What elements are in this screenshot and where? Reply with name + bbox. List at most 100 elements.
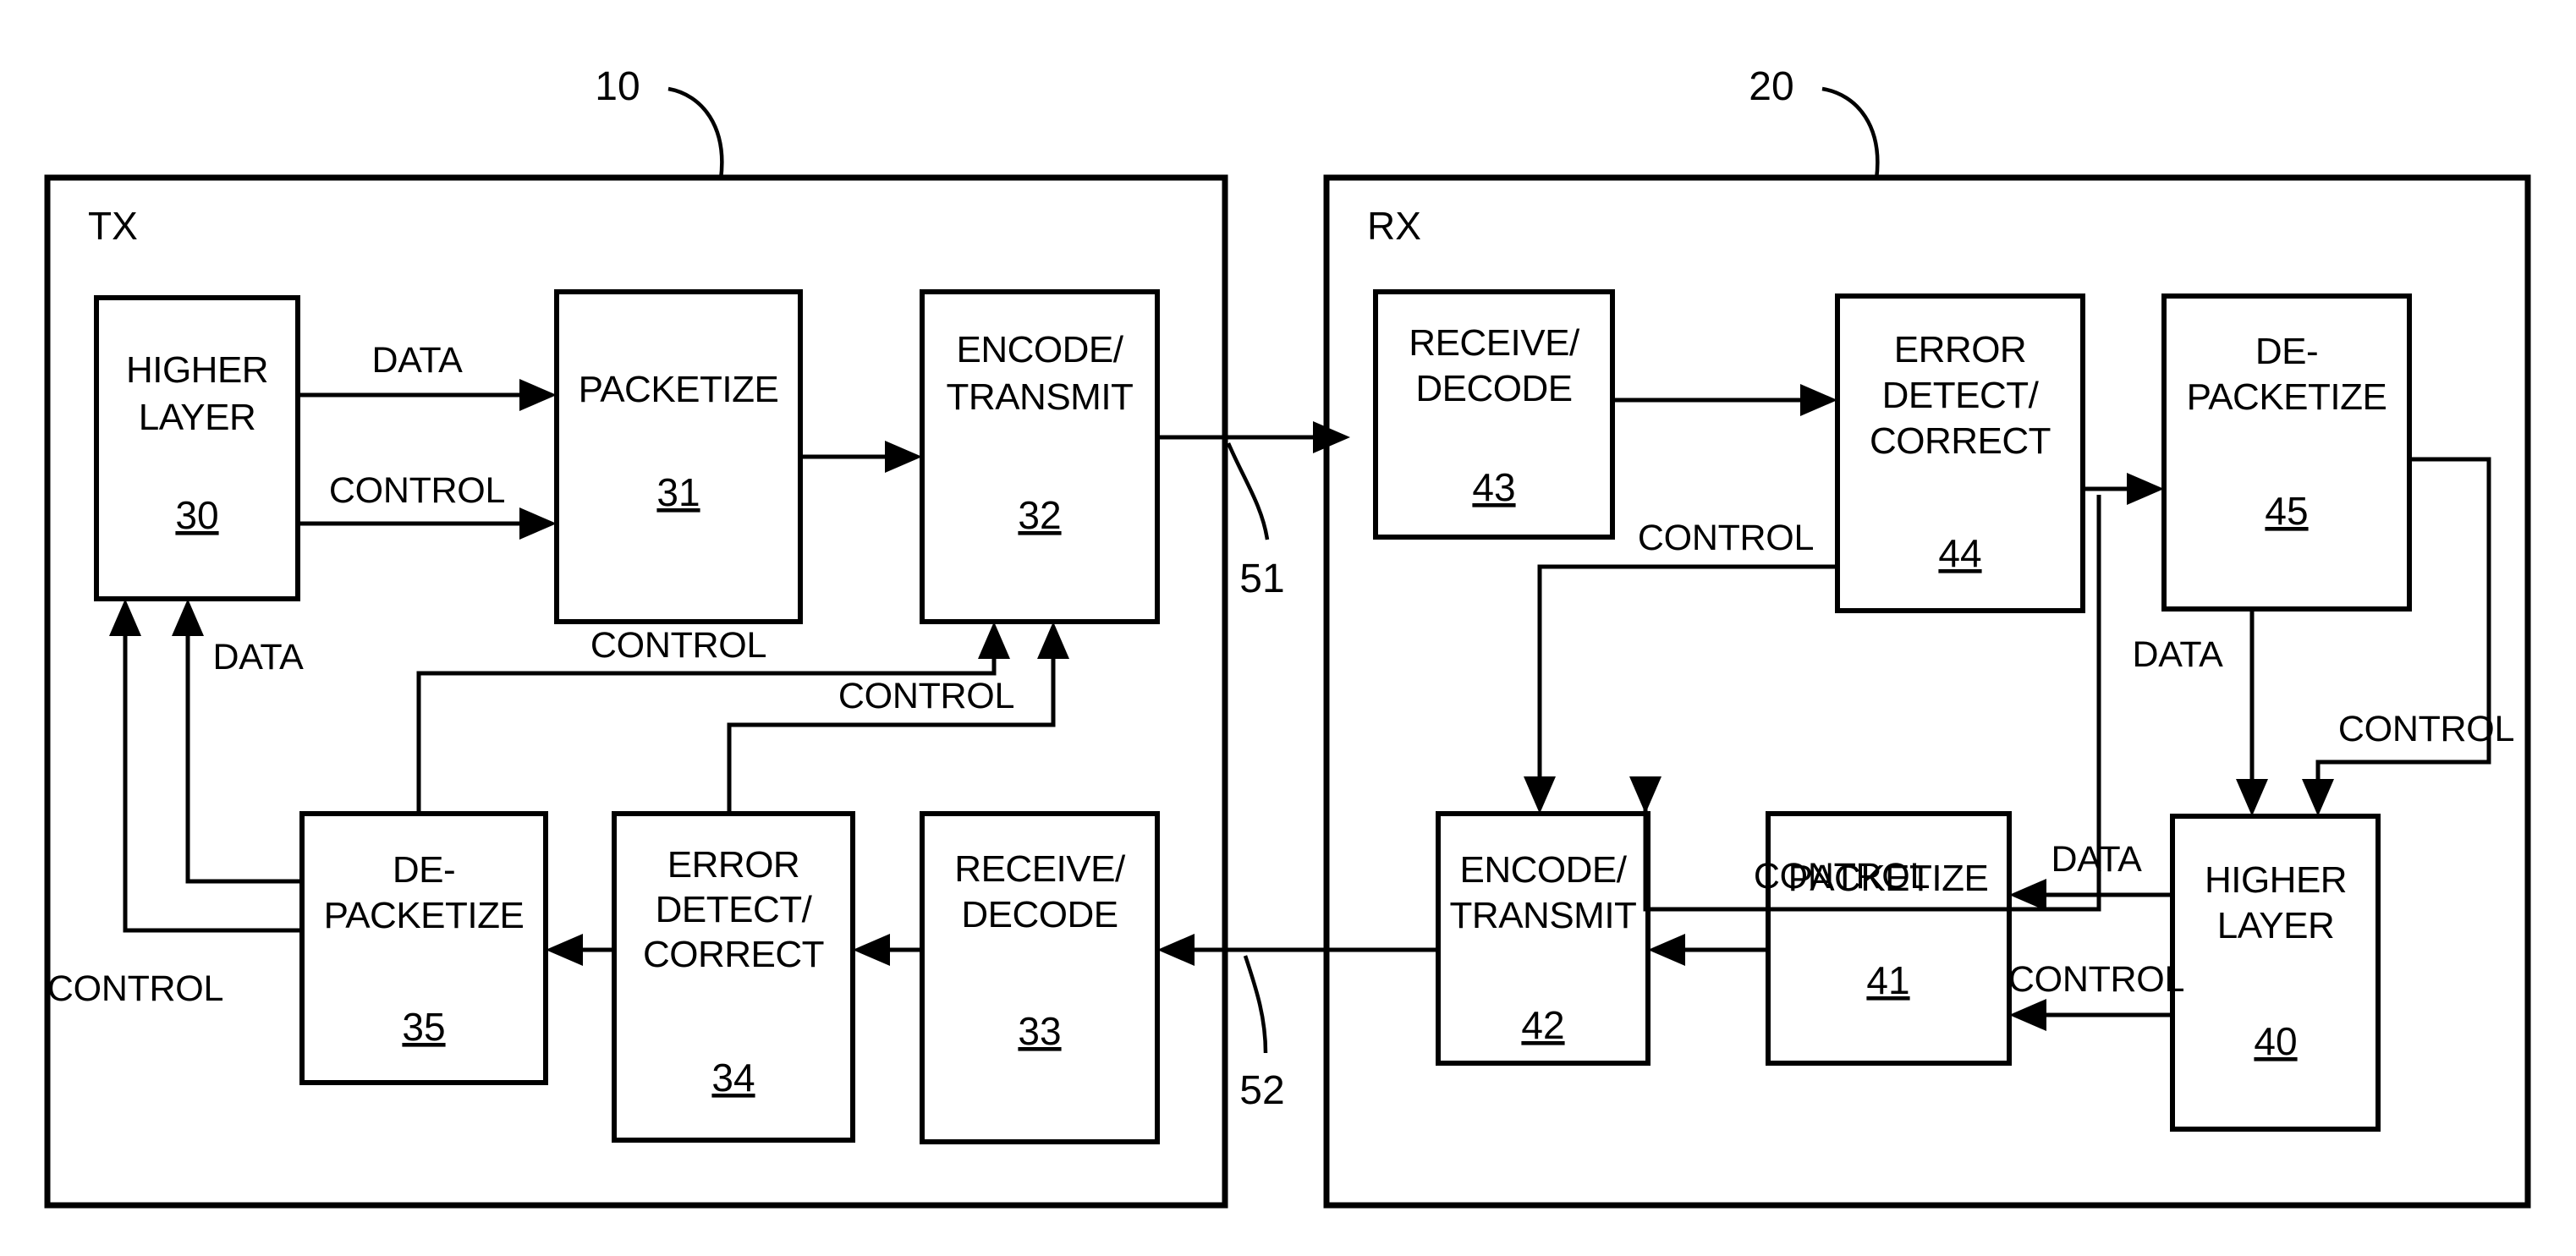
tx-control-error-encode-line xyxy=(727,640,1056,814)
arrow-head-up xyxy=(1037,622,1069,659)
rx-receive-label-line2: DECODE xyxy=(1415,368,1572,409)
arrow-head-up xyxy=(172,599,204,636)
rx-system-label: RX xyxy=(1367,204,1421,248)
arrow-head-right xyxy=(1313,421,1350,453)
arrow-head-up xyxy=(978,622,1010,659)
rx-encode-label-line1: ENCODE/ xyxy=(1460,849,1628,891)
tx-block-higher-layer[interactable]: HIGHER LAYER 30 xyxy=(94,295,300,601)
tx-block-error-detect-correct[interactable]: ERROR DETECT/ CORRECT 34 xyxy=(612,811,855,1143)
tx-wire-data-hl-to-packetize: DATA xyxy=(298,340,557,411)
tx-higher-layer-box[interactable] xyxy=(94,295,300,601)
tx-packetize-box[interactable] xyxy=(554,289,803,624)
arrow-head-down xyxy=(1629,776,1661,814)
tx-rx-forward-channel: 51 xyxy=(1157,421,1350,601)
rx-control-label-depacketize-hl: CONTROL xyxy=(2338,709,2514,749)
rx-wire-data-higher-layer-to-packetize: DATA xyxy=(2009,839,2172,911)
rx-wire-control-higher-layer-to-packetize: CONTROL xyxy=(2008,959,2184,1031)
tx-error-label-line2: DETECT/ xyxy=(656,889,813,930)
tx-wire-error-to-depacketize xyxy=(546,934,614,966)
tx-wire-control-depacketize-to-encode: CONTROL xyxy=(416,622,1010,814)
arrow-head-left xyxy=(1157,934,1195,966)
channel-52-ref-number: 52 xyxy=(1239,1068,1284,1113)
rx-wire-receive-to-error xyxy=(1612,384,1837,416)
rx-higher-layer-label-line2: LAYER xyxy=(2217,905,2335,946)
tx-ref-leader-line xyxy=(667,86,724,180)
figure-root: TX 10 RX 20 HIGHER LAYER 30 PACKETIZE 31… xyxy=(0,0,2576,1256)
tx-data-label-hl-packetize: DATA xyxy=(371,340,463,381)
tx-higher-layer-label-line2: LAYER xyxy=(139,397,256,438)
rx-encode-label-line2: TRANSMIT xyxy=(1450,895,1637,936)
channel-51-leader-line xyxy=(1226,442,1270,540)
tx-depacketize-label-line2: PACKETIZE xyxy=(324,895,525,936)
rx-block-depacketize[interactable]: DE- PACKETIZE 45 xyxy=(2161,293,2412,612)
arrow-head-left xyxy=(2009,999,2046,1031)
tx-wire-data-depacketize-to-higher-layer: DATA xyxy=(172,599,304,884)
rx-control-receive-encode-line xyxy=(1537,564,1837,776)
tx-encode-transmit-label-line1: ENCODE/ xyxy=(957,329,1124,370)
tx-block-encode-transmit[interactable]: ENCODE/ TRANSMIT 32 xyxy=(920,289,1160,624)
tx-wire-packetize-to-encode xyxy=(800,441,922,473)
rx-wire-error-to-depacketize xyxy=(2083,473,2164,505)
tx-encode-transmit-number: 32 xyxy=(1018,493,1061,537)
arrow-head-right xyxy=(519,379,557,411)
tx-ref-number: 10 xyxy=(595,64,640,109)
arrow-head-down xyxy=(2302,779,2334,816)
tx-control-label-error-encode: CONTROL xyxy=(838,676,1014,716)
tx-packetize-number: 31 xyxy=(656,470,700,514)
tx-control-label-depacketize-hl: CONTROL xyxy=(47,968,223,1009)
rx-higher-layer-number: 40 xyxy=(2254,1019,2297,1063)
rx-wire-data-depacketize-to-higher-layer: DATA xyxy=(2132,609,2268,816)
rx-error-label-line2: DETECT/ xyxy=(1882,375,2040,416)
tx-depacketize-number: 35 xyxy=(402,1005,445,1049)
rx-data-label-hl-packetize: DATA xyxy=(2051,839,2142,880)
tx-data-label-depacketize-hl: DATA xyxy=(212,637,304,677)
arrow-head-right xyxy=(2127,473,2164,505)
rx-block-receive-decode[interactable]: RECEIVE/ DECODE 43 xyxy=(1373,289,1615,540)
rx-error-label-line1: ERROR xyxy=(1894,329,2026,370)
arrow-head-right xyxy=(1800,384,1837,416)
rx-error-number: 44 xyxy=(1938,531,1981,575)
tx-higher-layer-number: 30 xyxy=(175,493,218,537)
rx-block-encode-transmit[interactable]: ENCODE/ TRANSMIT 42 xyxy=(1436,811,1651,1066)
rx-tx-reverse-channel: 52 xyxy=(1157,934,1472,1113)
tx-depacketize-label-line1: DE- xyxy=(393,849,455,891)
channel-52-leader-line xyxy=(1243,955,1268,1054)
arrow-head-left xyxy=(546,934,583,966)
rx-packetize-box[interactable] xyxy=(1766,811,2012,1066)
tx-error-label-line3: CORRECT xyxy=(643,934,824,975)
rx-encode-number: 42 xyxy=(1521,1003,1564,1047)
rx-wire-control-receive-to-encode: CONTROL xyxy=(1524,518,1837,814)
tx-system-label: TX xyxy=(88,204,138,248)
rx-packetize-number: 41 xyxy=(1866,958,1909,1002)
rx-wire-packetize-to-encode xyxy=(1648,934,1768,966)
rx-depacketize-label-line2: PACKETIZE xyxy=(2187,376,2387,418)
rx-control-label-depacketize-encode: CONTROL xyxy=(1754,856,1930,897)
rx-block-higher-layer[interactable]: HIGHER LAYER 40 xyxy=(2170,814,2381,1132)
tx-wire-control-error-to-encode: CONTROL xyxy=(727,622,1069,814)
rx-control-label-receive-encode: CONTROL xyxy=(1638,518,1814,558)
tx-error-label-line1: ERROR xyxy=(667,844,799,886)
rx-block-packetize[interactable]: PACKETIZE 41 xyxy=(1766,811,2012,1066)
arrow-head-left xyxy=(853,934,890,966)
tx-higher-layer-label-line1: HIGHER xyxy=(126,349,268,391)
rx-receive-number: 43 xyxy=(1472,465,1515,509)
arrow-head-up xyxy=(109,599,141,636)
rx-error-label-line3: CORRECT xyxy=(1870,420,2051,462)
tx-receive-label-line2: DECODE xyxy=(961,894,1118,935)
tx-receive-number: 33 xyxy=(1018,1009,1061,1053)
tx-error-number: 34 xyxy=(711,1056,755,1100)
arrow-head-right xyxy=(519,507,557,540)
tx-block-packetize[interactable]: PACKETIZE 31 xyxy=(554,289,803,624)
tx-packetize-label: PACKETIZE xyxy=(579,369,779,410)
tx-control-label-depacketize-encode: CONTROL xyxy=(590,625,766,666)
tx-block-depacketize[interactable]: DE- PACKETIZE 35 xyxy=(299,811,548,1085)
rx-ref-leader-line xyxy=(1821,86,1880,180)
rx-control-label-hl-packetize: CONTROL xyxy=(2008,959,2184,1000)
rx-data-label-depacketize-hl: DATA xyxy=(2132,634,2223,675)
rx-depacketize-label-line1: DE- xyxy=(2255,331,2318,372)
rx-block-error-detect-correct[interactable]: ERROR DETECT/ CORRECT 44 xyxy=(1835,293,2085,613)
arrow-head-right xyxy=(885,441,922,473)
tx-block-receive-decode[interactable]: RECEIVE/ DECODE 33 xyxy=(920,811,1160,1144)
rx-receive-label-line1: RECEIVE/ xyxy=(1409,322,1580,364)
patent-block-diagram: TX 10 RX 20 HIGHER LAYER 30 PACKETIZE 31… xyxy=(44,64,2531,1209)
